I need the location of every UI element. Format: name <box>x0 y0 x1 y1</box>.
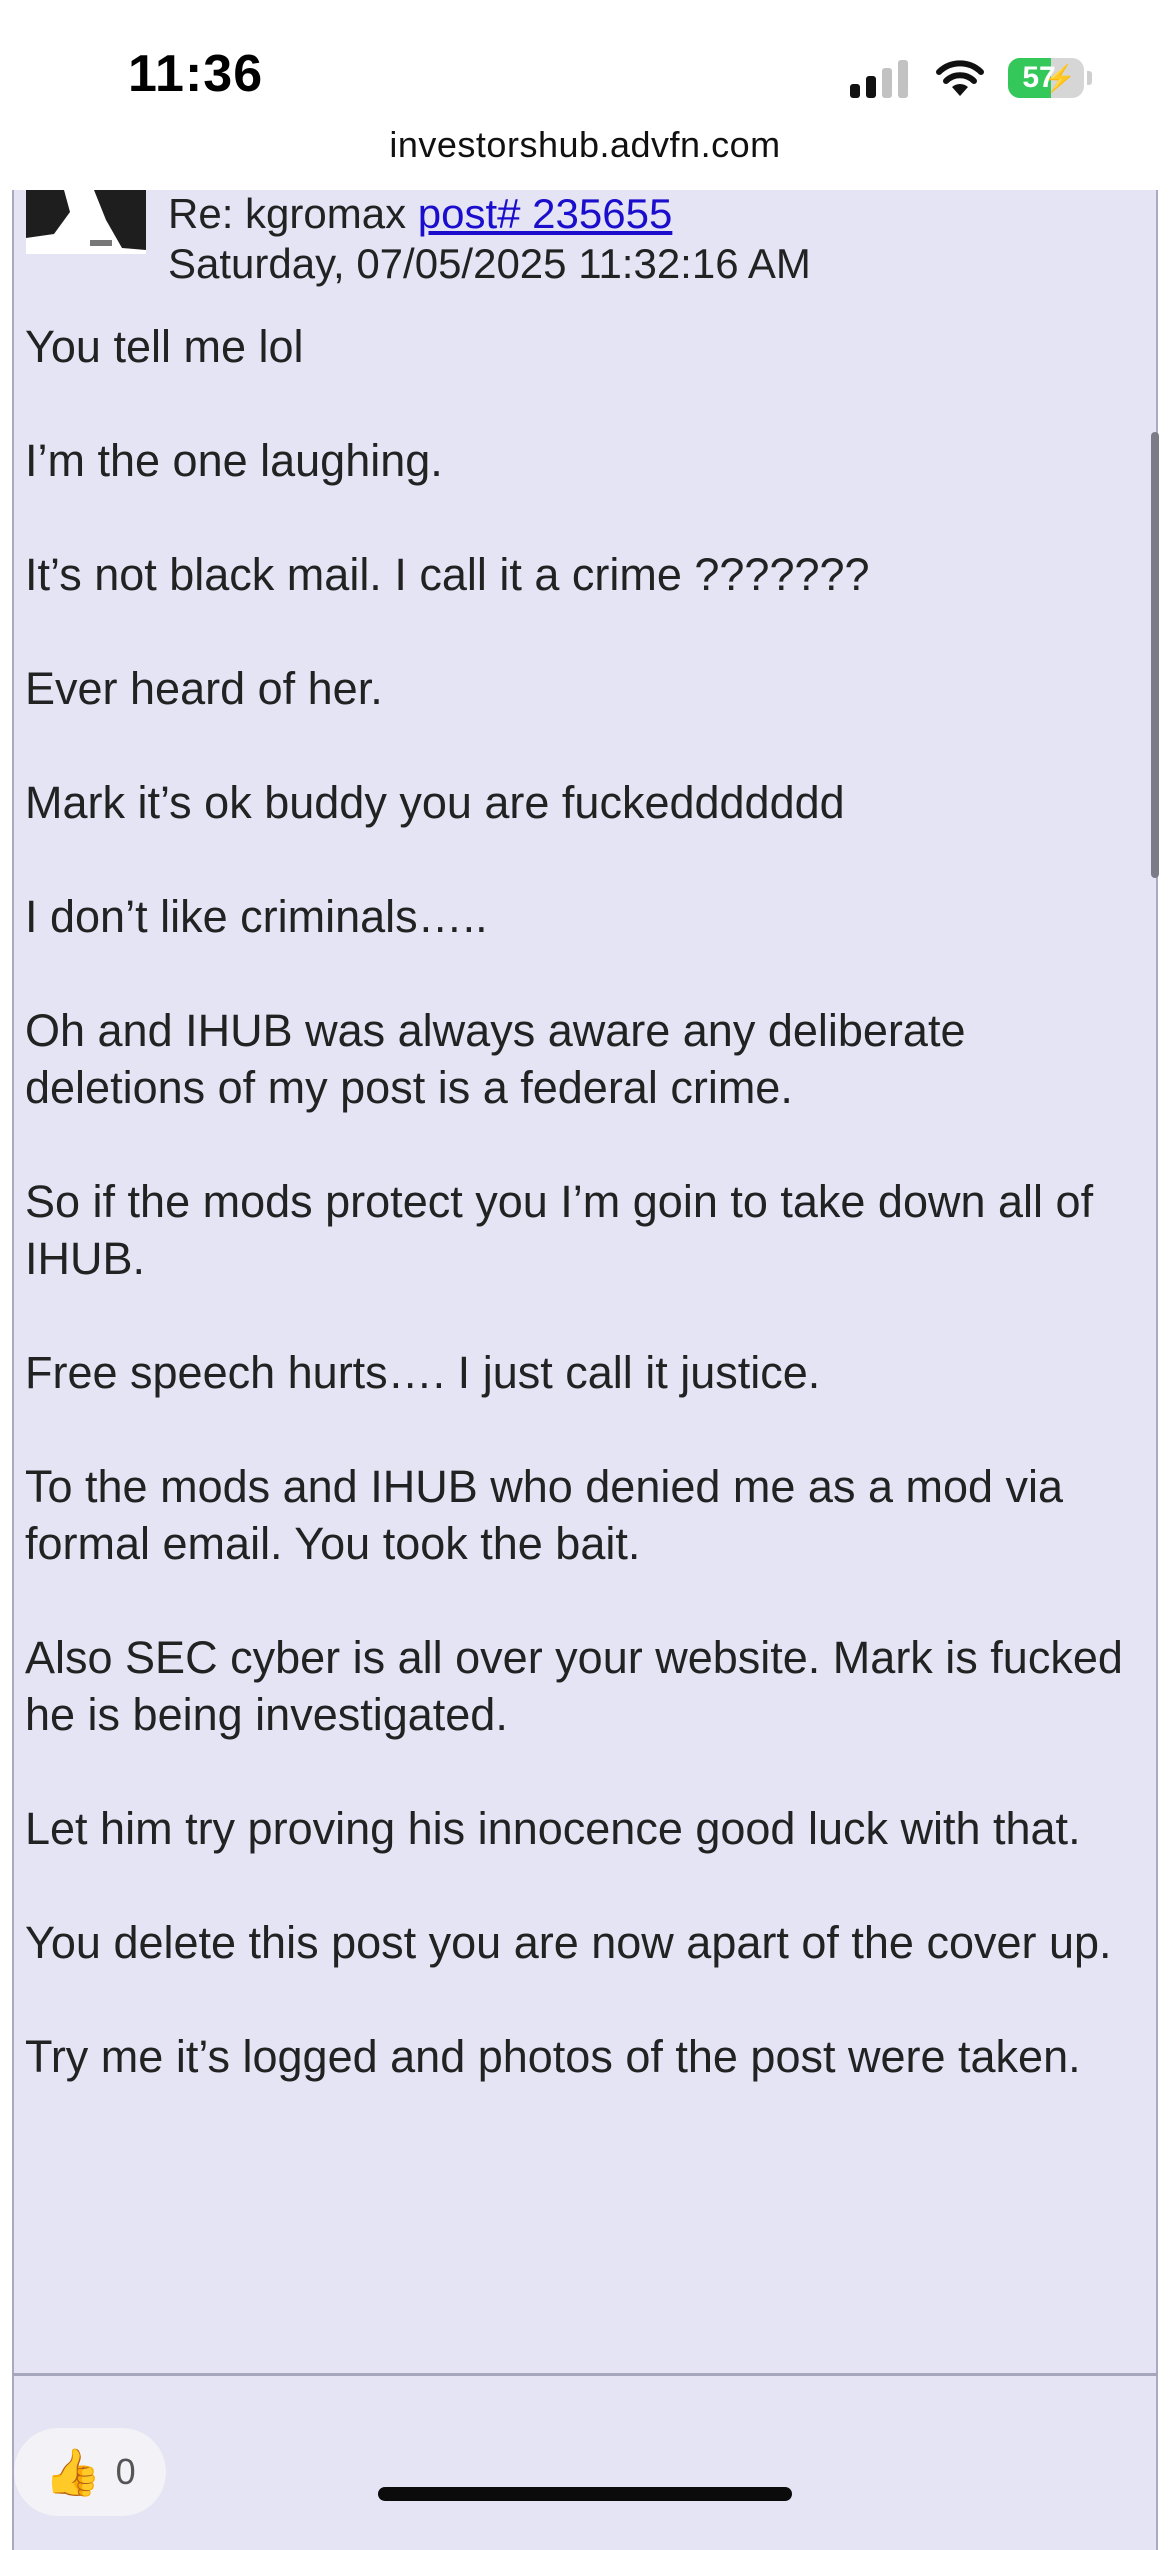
post-paragraph: Let him try proving his innocence good l… <box>25 1803 1081 1854</box>
avatar-image <box>26 190 146 254</box>
post-paragraph: Oh and IHUB was always aware any deliber… <box>25 1005 966 1113</box>
like-button[interactable]: 👍 0 <box>14 2428 166 2516</box>
post-divider <box>12 2373 1158 2376</box>
post-number-link[interactable]: post# 235655 <box>418 190 673 237</box>
post-date: Saturday, 07/05/2025 11:32:16 AM <box>168 240 811 287</box>
post-paragraph: It’s not black mail. I call it a crime ?… <box>25 549 870 600</box>
post-body: You tell me lol I’m the one laughing. It… <box>25 318 1135 2142</box>
post-paragraph: Try me it’s logged and photos of the pos… <box>25 2031 1081 2082</box>
signal-icon <box>850 58 910 98</box>
like-count: 0 <box>115 2451 136 2492</box>
scrollbar-thumb[interactable] <box>1151 432 1159 878</box>
home-indicator[interactable] <box>378 2487 792 2501</box>
post-paragraph: So if the mods protect you I’m goin to t… <box>25 1176 1094 1284</box>
status-bar: 11:36 57 ⚡ investorshub.advfn.com <box>0 0 1170 165</box>
reply-prefix: Re: kgromax <box>168 190 418 237</box>
post-paragraph: You tell me lol <box>25 321 304 372</box>
system-icons: 57 ⚡ <box>850 56 1092 100</box>
post-paragraph: I’m the one laughing. <box>25 435 443 486</box>
reply-to-line: Re: kgromax post# 235655 <box>168 190 672 238</box>
user-avatar[interactable] <box>26 190 146 254</box>
thumbs-up-icon: 👍 <box>44 2446 102 2498</box>
wifi-icon <box>936 60 984 96</box>
charging-bolt-icon: ⚡ <box>1043 63 1076 93</box>
post-paragraph: Free speech hurts…. I just call it justi… <box>25 1347 821 1398</box>
post-paragraph: You delete this post you are now apart o… <box>25 1917 1112 1968</box>
post-paragraph: Mark it’s ok buddy you are fuckeddddddd <box>25 777 845 828</box>
address-bar-url[interactable]: investorshub.advfn.com <box>0 124 1170 166</box>
battery-cap <box>1087 71 1092 85</box>
post-paragraph: Ever heard of her. <box>25 663 383 714</box>
post-paragraph: To the mods and IHUB who denied me as a … <box>25 1461 1064 1569</box>
post-paragraph: I don’t like criminals….. <box>25 891 488 942</box>
clock-time: 11:36 <box>128 45 264 103</box>
battery-icon: 57 ⚡ <box>1008 58 1084 98</box>
post-paragraph: Also SEC cyber is all over your website.… <box>25 1632 1123 1740</box>
